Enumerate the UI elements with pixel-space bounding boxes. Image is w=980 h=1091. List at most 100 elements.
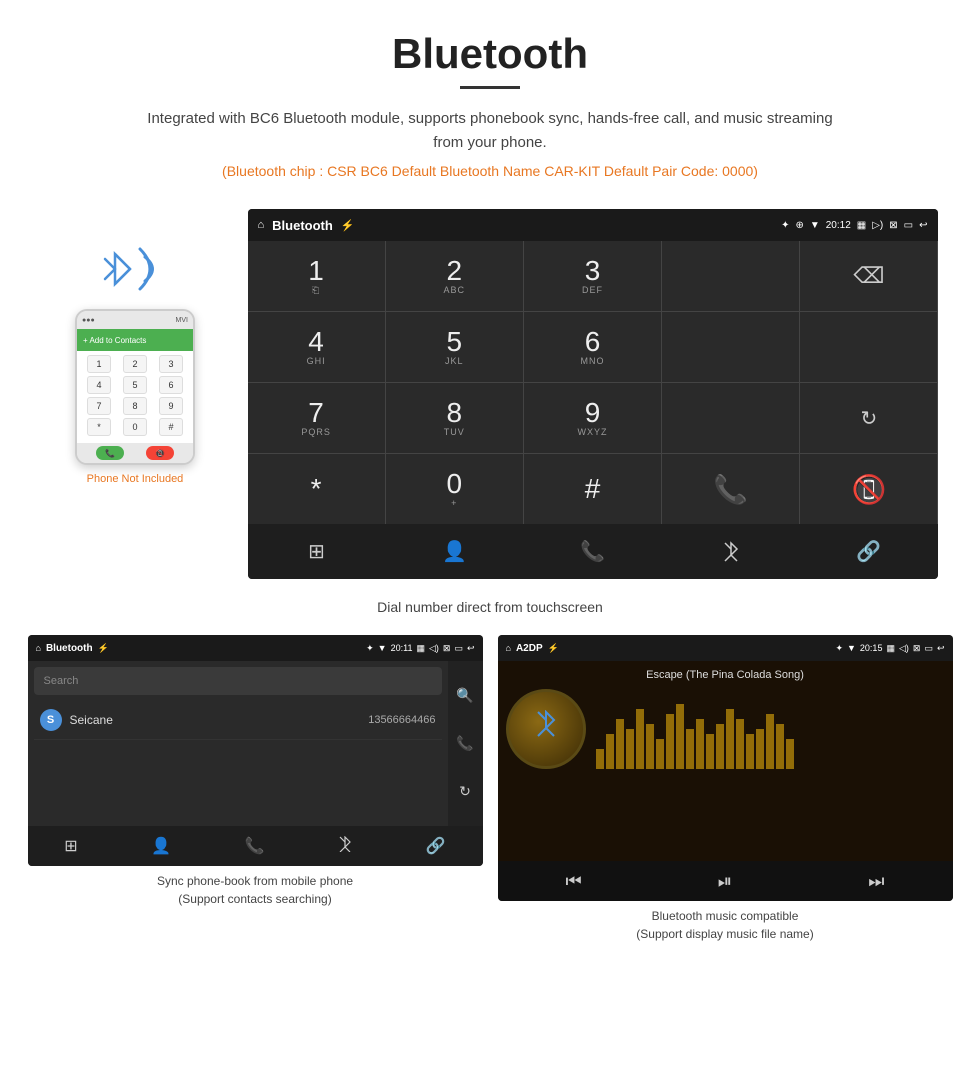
- android-status-bar: ⌂ Bluetooth ⚡ ✦ ⊕ ▼ 20:12 ▦ ▷) ⊠ ▭ ↩: [248, 209, 938, 241]
- pb-nav-phone[interactable]: 📞: [245, 836, 265, 856]
- home-icon[interactable]: ⌂: [258, 219, 265, 231]
- dial-key-6[interactable]: 6 MNO: [524, 312, 661, 382]
- header-description: Integrated with BC6 Bluetooth module, su…: [140, 107, 840, 155]
- phone-add-contacts: + Add to Contacts: [77, 329, 193, 351]
- phonebook-nav: ⊞ 👤 📞 🔗: [28, 826, 483, 866]
- android-dial-screen: ⌂ Bluetooth ⚡ ✦ ⊕ ▼ 20:12 ▦ ▷) ⊠ ▭ ↩ 1 ⎗: [248, 209, 938, 579]
- phone-status-bar: ●●● MVI: [77, 311, 193, 329]
- music-item: ⌂ A2DP ⚡ ✦ ▼ 20:15 ▦ ◁) ⊠ ▭ ↩ Escape (Th…: [498, 635, 953, 943]
- dial-call-green[interactable]: 📞: [662, 454, 799, 524]
- back-icon[interactable]: ↩: [919, 220, 927, 231]
- music-song-title: Escape (The Pina Colada Song): [506, 669, 945, 681]
- bluetooth-status-icon: ✦: [781, 220, 789, 231]
- main-content: ●●● MVI + Add to Contacts 1 2 3 4 5 6 7: [0, 209, 980, 579]
- music-controls: ⏮ ⏯ ⏭: [498, 861, 953, 901]
- music-bt-icon: ✦: [835, 643, 843, 654]
- viz-bar: [636, 709, 644, 769]
- album-art: [506, 689, 586, 769]
- nav-link-btn[interactable]: 🔗: [849, 532, 889, 572]
- pb-nav-person[interactable]: 👤: [151, 836, 171, 856]
- pb-nav-grid[interactable]: ⊞: [64, 836, 77, 856]
- viz-bar: [716, 724, 724, 769]
- music-usb-icon: ⚡: [548, 643, 559, 654]
- viz-bar: [706, 734, 714, 769]
- phonebook-screen: ⌂ Bluetooth ⚡ ✦ ▼ 20:11 ▦ ◁) ⊠ ▭ ↩: [28, 635, 483, 866]
- music-close-icon[interactable]: ⊠: [913, 643, 921, 654]
- nav-phone-btn[interactable]: 📞: [573, 532, 613, 572]
- dial-key-9[interactable]: 9 WXYZ: [524, 383, 661, 453]
- viz-bar: [766, 714, 774, 769]
- usb-icon: ⚡: [341, 219, 355, 232]
- music-camera-icon[interactable]: ▦: [886, 643, 895, 654]
- dial-backspace[interactable]: ⌫: [800, 241, 937, 311]
- header-section: Bluetooth Integrated with BC6 Bluetooth …: [0, 0, 980, 209]
- dial-call-red[interactable]: 📵: [800, 454, 937, 524]
- viz-bar: [616, 719, 624, 769]
- search-box[interactable]: Search: [34, 667, 442, 695]
- window-icon[interactable]: ▭: [904, 220, 913, 231]
- nav-person-btn[interactable]: 👤: [435, 532, 475, 572]
- close-icon[interactable]: ⊠: [889, 220, 897, 231]
- dial-key-7[interactable]: 7 PQRS: [248, 383, 385, 453]
- music-status-bar: ⌂ A2DP ⚡ ✦ ▼ 20:15 ▦ ◁) ⊠ ▭ ↩: [498, 635, 953, 661]
- bottom-section: ⌂ Bluetooth ⚡ ✦ ▼ 20:11 ▦ ◁) ⊠ ▭ ↩: [0, 635, 980, 943]
- viz-bar: [736, 719, 744, 769]
- phonebook-status-bar: ⌂ Bluetooth ⚡ ✦ ▼ 20:11 ▦ ◁) ⊠ ▭ ↩: [28, 635, 483, 661]
- dial-key-4[interactable]: 4 GHI: [248, 312, 385, 382]
- phonebook-window-icon[interactable]: ▭: [454, 643, 463, 654]
- dial-key-hash[interactable]: #: [524, 454, 661, 524]
- viz-bar: [686, 729, 694, 769]
- phonebook-main: Search S Seicane 13566664466: [28, 661, 448, 826]
- phonebook-vol-icon[interactable]: ◁): [429, 643, 439, 654]
- dial-key-0[interactable]: 0 +: [386, 454, 523, 524]
- dial-key-5[interactable]: 5 JKL: [386, 312, 523, 382]
- header-specs: (Bluetooth chip : CSR BC6 Default Blueto…: [20, 163, 960, 179]
- signal-icon: ▼: [810, 220, 820, 231]
- nav-bluetooth-btn[interactable]: [711, 532, 751, 572]
- phonebook-item: ⌂ Bluetooth ⚡ ✦ ▼ 20:11 ▦ ◁) ⊠ ▭ ↩: [28, 635, 483, 943]
- dial-key-8[interactable]: 8 TUV: [386, 383, 523, 453]
- phonebook-camera-icon[interactable]: ▦: [416, 643, 425, 654]
- dial-empty-2: [662, 312, 799, 382]
- camera-icon[interactable]: ▦: [857, 220, 866, 231]
- dial-key-star[interactable]: *: [248, 454, 385, 524]
- side-phone-icon[interactable]: 📞: [456, 728, 473, 758]
- phone-call-buttons: 📞 📵: [77, 443, 193, 463]
- phone-key-0: 0: [123, 418, 147, 436]
- music-prev-btn[interactable]: ⏮: [566, 871, 582, 892]
- phonebook-content: Search S Seicane 13566664466: [28, 661, 448, 826]
- phone-key-hash: #: [159, 418, 183, 436]
- music-play-pause-btn[interactable]: ⏯: [718, 871, 732, 892]
- phonebook-close-icon[interactable]: ⊠: [443, 643, 451, 654]
- side-refresh-icon[interactable]: ↻: [459, 777, 471, 807]
- viz-bar: [756, 729, 764, 769]
- phone-call-red-btn: 📵: [146, 446, 174, 460]
- dial-key-3[interactable]: 3 DEF: [524, 241, 661, 311]
- music-screen: ⌂ A2DP ⚡ ✦ ▼ 20:15 ▦ ◁) ⊠ ▭ ↩ Escape (Th…: [498, 635, 953, 901]
- viz-bar: [626, 729, 634, 769]
- phone-key-star: *: [87, 418, 111, 436]
- page-title: Bluetooth: [20, 30, 960, 78]
- side-search-icon[interactable]: 🔍: [456, 680, 473, 710]
- music-signal-icon: ▼: [847, 643, 856, 653]
- dial-refresh[interactable]: ↻: [800, 383, 937, 453]
- pb-nav-bluetooth[interactable]: [338, 836, 352, 857]
- volume-icon[interactable]: ▷): [872, 220, 883, 231]
- phonebook-home-icon[interactable]: ⌂: [36, 643, 41, 653]
- contact-number: 13566664466: [368, 714, 435, 726]
- phonebook-caption: Sync phone-book from mobile phone (Suppo…: [157, 872, 353, 908]
- dial-key-1[interactable]: 1 ⎗: [248, 241, 385, 311]
- music-next-btn[interactable]: ⏭: [868, 871, 884, 892]
- phonebook-signal-icon: ▼: [378, 643, 387, 653]
- pb-nav-link[interactable]: 🔗: [426, 836, 446, 856]
- viz-bar: [746, 734, 754, 769]
- music-vol-icon[interactable]: ◁): [899, 643, 909, 654]
- album-bluetooth-icon: [532, 710, 560, 749]
- music-back-icon[interactable]: ↩: [937, 643, 945, 654]
- music-home-icon[interactable]: ⌂: [506, 643, 511, 653]
- nav-grid-btn[interactable]: ⊞: [297, 532, 337, 572]
- dial-key-2[interactable]: 2 ABC: [386, 241, 523, 311]
- phonebook-back-icon[interactable]: ↩: [467, 643, 475, 654]
- music-window-icon[interactable]: ▭: [924, 643, 933, 654]
- phone-key-1: 1: [87, 355, 111, 373]
